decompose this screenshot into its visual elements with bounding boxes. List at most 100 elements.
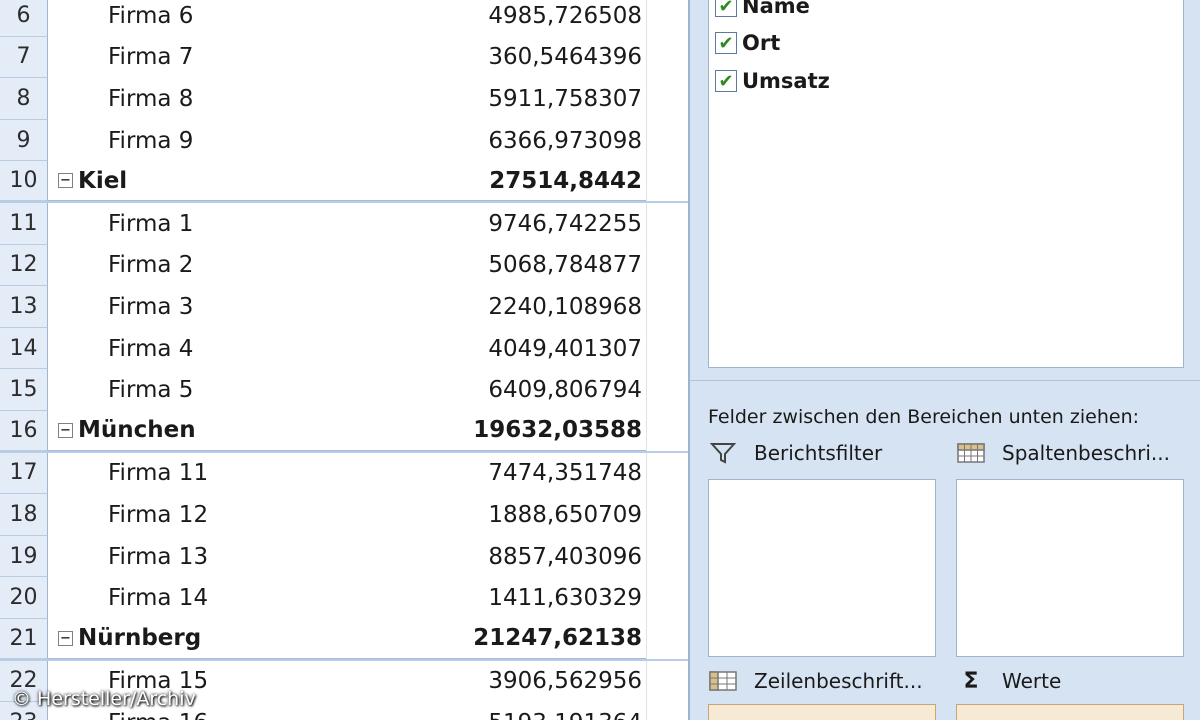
name-cell[interactable]: Firma 4 [48,328,470,370]
group-label-cell[interactable]: − München [48,411,470,451]
value-cell[interactable]: 8857,403096 [470,536,646,578]
empty-cell[interactable] [646,411,690,451]
table-row[interactable]: 19 Firma 13 8857,403096 [0,535,690,578]
value-cell[interactable]: 9746,742255 [470,203,646,245]
row-number[interactable]: 11 [0,203,48,245]
value-cell[interactable]: 4985,726508 [470,0,646,37]
collapse-icon[interactable]: − [58,630,73,646]
value-cell[interactable]: 6409,806794 [470,369,646,411]
empty-cell[interactable] [646,535,690,578]
row-number[interactable]: 19 [0,535,48,578]
value-cell[interactable]: 6366,973098 [470,120,646,162]
group-label-cell[interactable]: − Nürnberg [48,619,470,659]
name-cell[interactable]: Firma 12 [48,494,470,536]
empty-cell[interactable] [646,494,690,536]
table-row[interactable]: 9 Firma 9 6366,973098 [0,119,690,162]
group-total-cell[interactable]: 27514,8442 [470,161,646,201]
row-number[interactable]: 15 [0,369,48,411]
value-cell[interactable]: 2240,108968 [470,286,646,328]
empty-cell[interactable] [646,577,690,619]
value-cell[interactable]: 7474,351748 [470,453,646,495]
row-number[interactable]: 18 [0,494,48,536]
row-number[interactable]: 13 [0,286,48,328]
collapse-icon[interactable]: − [58,173,73,189]
empty-cell[interactable] [646,244,690,287]
empty-cell[interactable] [646,327,690,370]
name-cell[interactable]: Firma 2 [48,245,470,287]
table-row[interactable]: 8 Firma 8 5911,758307 [0,78,690,120]
field-checkbox[interactable]: ✔ [715,32,737,54]
values-field-button[interactable] [956,704,1184,720]
empty-cell[interactable] [646,286,690,328]
pivot-group-row[interactable]: 21− Nürnberg 21247,62138 [0,619,690,661]
value-cell[interactable]: 360,5464396 [470,37,646,79]
value-cell[interactable]: 1888,650709 [470,494,646,536]
name-cell[interactable]: Firma 6 [48,0,470,37]
field-checkbox[interactable]: ✔ [715,0,737,17]
field-checkbox[interactable]: ✔ [715,70,737,92]
value-cell[interactable]: 4049,401307 [470,328,646,370]
table-row[interactable]: 12 Firma 2 5068,784877 [0,244,690,287]
table-row[interactable]: 6 Firma 6 4985,726508 [0,0,690,37]
empty-cell[interactable] [646,161,690,201]
table-row[interactable]: 20 Firma 14 1411,630329 [0,577,690,619]
name-cell[interactable]: Firma 1 [48,203,470,245]
name-cell[interactable]: Firma 5 [48,369,470,411]
empty-cell[interactable] [646,660,690,703]
row-number[interactable]: 17 [0,452,48,495]
empty-cell[interactable] [646,369,690,411]
table-row[interactable]: 14 Firma 4 4049,401307 [0,327,690,370]
collapse-icon[interactable]: − [58,422,73,438]
field-ort[interactable]: ✔ Ort [715,31,780,55]
name-cell[interactable]: Firma 13 [48,536,470,578]
field-name[interactable]: ✔ Name [715,0,810,18]
empty-cell[interactable] [646,203,690,245]
row-number[interactable]: 7 [0,36,48,79]
value-cell[interactable]: 5068,784877 [470,245,646,287]
table-row[interactable]: 13 Firma 3 2240,108968 [0,286,690,328]
row-number[interactable]: 14 [0,327,48,370]
empty-cell[interactable] [646,702,690,720]
pivot-group-row[interactable]: 10− Kiel 27514,8442 [0,161,690,203]
group-total-cell[interactable]: 19632,03588 [470,411,646,451]
name-cell[interactable]: Firma 14 [48,577,470,619]
name-cell[interactable]: Firma 3 [48,286,470,328]
table-row[interactable]: 11 Firma 1 9746,742255 [0,203,690,245]
name-cell[interactable]: Firma 11 [48,453,470,495]
table-row[interactable]: 17 Firma 11 7474,351748 [0,452,690,495]
empty-cell[interactable] [646,452,690,495]
value-cell[interactable]: 3906,562956 [470,661,646,703]
row-number[interactable]: 12 [0,244,48,287]
group-label-cell[interactable]: − Kiel [48,161,470,201]
row-number[interactable]: 6 [0,0,48,37]
value-cell[interactable]: 5911,758307 [470,78,646,120]
table-row[interactable]: 15 Firma 5 6409,806794 [0,369,690,411]
table-row[interactable]: 18 Firma 12 1888,650709 [0,494,690,536]
empty-cell[interactable] [646,78,690,120]
value-cell[interactable]: 1411,630329 [470,577,646,619]
value-cell[interactable]: 5193,191364 [470,702,646,720]
row-labels-field-button[interactable] [708,704,936,720]
empty-cell[interactable] [646,119,690,162]
pivot-group-row[interactable]: 16− München 19632,03588 [0,411,690,453]
row-number[interactable]: 9 [0,119,48,162]
empty-cell[interactable] [646,36,690,79]
column-labels-dropzone[interactable] [956,479,1184,657]
row-number[interactable]: 21 [0,619,48,659]
cell-label: Firma 4 [108,335,194,362]
field-umsatz[interactable]: ✔ Umsatz [715,69,830,93]
pivot-field-list-panel: ✔ Name ✔ Ort ✔ Umsatz Felder zwischen den Ber… [688,0,1200,720]
row-number[interactable]: 8 [0,78,48,120]
name-cell[interactable]: Firma 7 [48,37,470,79]
panel-splitter[interactable] [690,380,1200,386]
empty-cell[interactable] [646,0,690,37]
report-filter-dropzone[interactable] [708,479,936,657]
row-number[interactable]: 20 [0,577,48,619]
group-total-cell[interactable]: 21247,62138 [470,619,646,659]
name-cell[interactable]: Firma 9 [48,120,470,162]
name-cell[interactable]: Firma 8 [48,78,470,120]
row-number[interactable]: 10 [0,161,48,201]
empty-cell[interactable] [646,619,690,659]
row-number[interactable]: 16 [0,411,48,451]
table-row[interactable]: 7 Firma 7 360,5464396 [0,36,690,79]
